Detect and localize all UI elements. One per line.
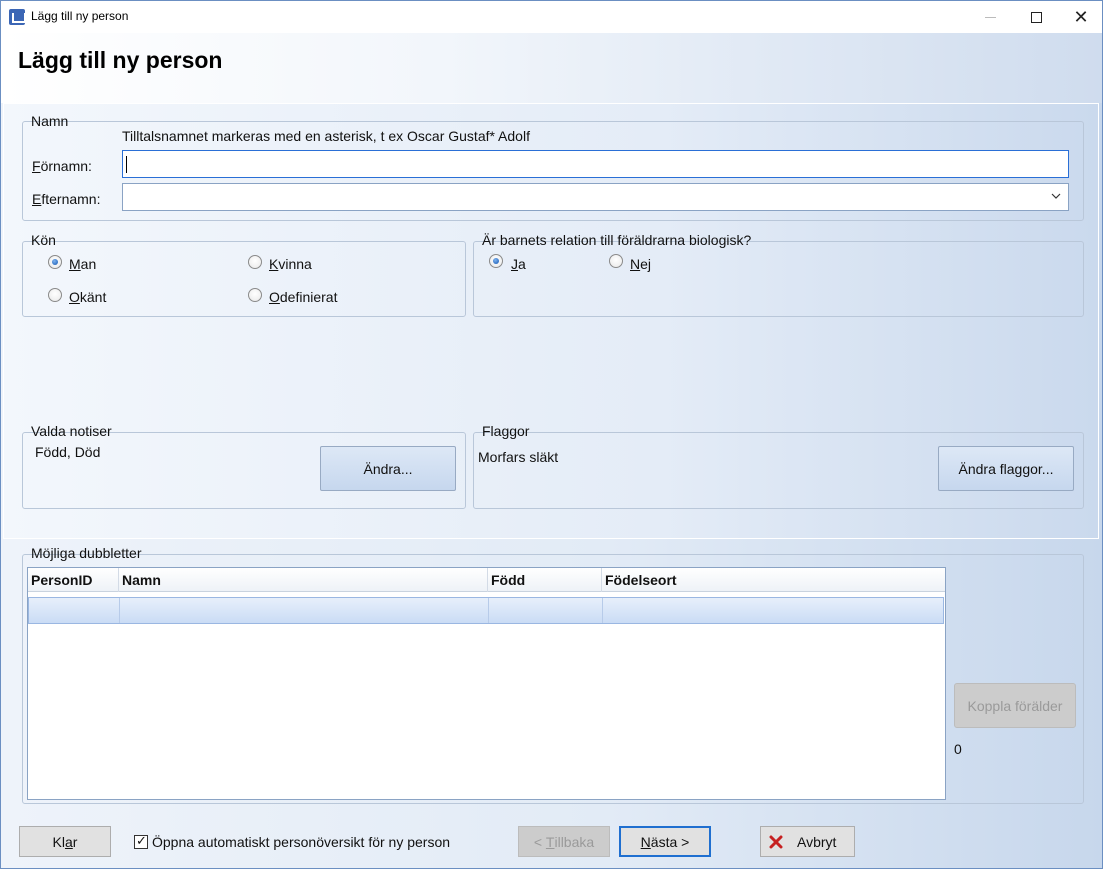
- auto-open-label[interactable]: Öppna automatiskt personöversikt för ny …: [152, 834, 450, 850]
- radio-okant[interactable]: [48, 288, 62, 302]
- radio-kvinna-label[interactable]: Kvinna: [269, 256, 312, 272]
- close-icon: ✕: [1073, 6, 1089, 27]
- flaggor-group: Flaggor Morfars släkt Ändra flaggor...: [473, 423, 1084, 509]
- table-cell-fodelseort: [603, 598, 943, 623]
- table-cell-personid: [29, 598, 120, 623]
- relation-legend: Är barnets relation till föräldrarna bio…: [482, 232, 752, 248]
- chevron-down-icon[interactable]: [1050, 190, 1062, 202]
- efternamn-label: Efternamn:: [32, 191, 101, 207]
- radio-ja[interactable]: [489, 254, 503, 268]
- header: Lägg till ny person: [1, 33, 1102, 103]
- column-header-namn[interactable]: Namn: [119, 568, 488, 592]
- koppla-foralder-button[interactable]: Koppla förälder: [954, 683, 1076, 728]
- table-cell-namn: [120, 598, 489, 623]
- namn-legend: Namn: [31, 113, 69, 129]
- relation-group: Är barnets relation till föräldrarna bio…: [473, 232, 1084, 317]
- kon-legend: Kön: [31, 232, 56, 248]
- radio-okant-label[interactable]: Okänt: [69, 289, 106, 305]
- dubbletter-table[interactable]: PersonID Namn Född Födelseort: [27, 567, 946, 800]
- checkmark-icon: ✓: [136, 833, 147, 848]
- radio-nej-label[interactable]: Nej: [630, 256, 651, 272]
- radio-man[interactable]: [48, 255, 62, 269]
- dubbletter-count: 0: [954, 741, 962, 757]
- radio-ja-label[interactable]: Ja: [511, 256, 526, 272]
- maximize-button[interactable]: [1013, 1, 1059, 33]
- klar-button[interactable]: Kl a r: [19, 826, 111, 857]
- window-title: Lägg till ny person: [31, 9, 129, 23]
- column-header-fodelseort[interactable]: Födelseort: [602, 568, 945, 592]
- fornamn-label: Förnamn:: [32, 158, 92, 174]
- minimize-button[interactable]: [967, 1, 1013, 33]
- maximize-icon: [1030, 11, 1042, 23]
- auto-open-checkbox[interactable]: ✓: [134, 833, 148, 849]
- title-bar: Lägg till ny person ✕: [1, 1, 1102, 33]
- namn-hint: Tilltalsnamnet markeras med en asterisk,…: [122, 128, 530, 144]
- flaggor-legend: Flaggor: [482, 423, 530, 439]
- column-header-personid[interactable]: PersonID: [28, 568, 119, 592]
- andra-notiser-button[interactable]: Ändra...: [320, 446, 456, 491]
- namn-group: Namn Tilltalsnamnet markeras med en aste…: [22, 113, 1084, 221]
- efternamn-combo[interactable]: [122, 183, 1069, 211]
- minimize-icon: [984, 16, 996, 18]
- notiser-legend: Valda notiser: [31, 423, 112, 439]
- table-row[interactable]: [28, 597, 944, 624]
- table-header: PersonID Namn Född Födelseort: [28, 568, 945, 592]
- cancel-icon: [769, 835, 783, 848]
- fornamn-input[interactable]: [122, 150, 1069, 178]
- column-header-fodd[interactable]: Född: [488, 568, 602, 592]
- app-icon: [9, 9, 26, 25]
- radio-odefinierat[interactable]: [248, 288, 262, 302]
- andra-flaggor-button[interactable]: Ändra flaggor...: [938, 446, 1074, 491]
- close-button[interactable]: ✕: [1058, 1, 1102, 33]
- radio-kvinna[interactable]: [248, 255, 262, 269]
- radio-nej[interactable]: [609, 254, 623, 268]
- text-caret: [126, 156, 127, 173]
- notiser-value: Född, Död: [35, 444, 101, 460]
- table-cell-fodd: [489, 598, 603, 623]
- tillbaka-button[interactable]: < Tillbaka: [518, 826, 610, 857]
- page-title: Lägg till ny person: [18, 47, 223, 73]
- kon-group: Kön Man Kvinna Okänt Odefinierat: [22, 232, 466, 317]
- dubbletter-legend: Möjliga dubbletter: [31, 545, 142, 561]
- radio-man-label[interactable]: Man: [69, 256, 96, 272]
- avbryt-button[interactable]: Avbryt: [760, 826, 855, 857]
- nasta-button[interactable]: Nästa >: [619, 826, 711, 857]
- dialog-window: Lägg till ny person ✕ Lägg till ny perso…: [0, 0, 1103, 869]
- flaggor-value: Morfars släkt: [478, 449, 559, 465]
- notiser-group: Valda notiser Född, Död Ändra...: [22, 423, 466, 509]
- radio-odefinierat-label[interactable]: Odefinierat: [269, 289, 337, 305]
